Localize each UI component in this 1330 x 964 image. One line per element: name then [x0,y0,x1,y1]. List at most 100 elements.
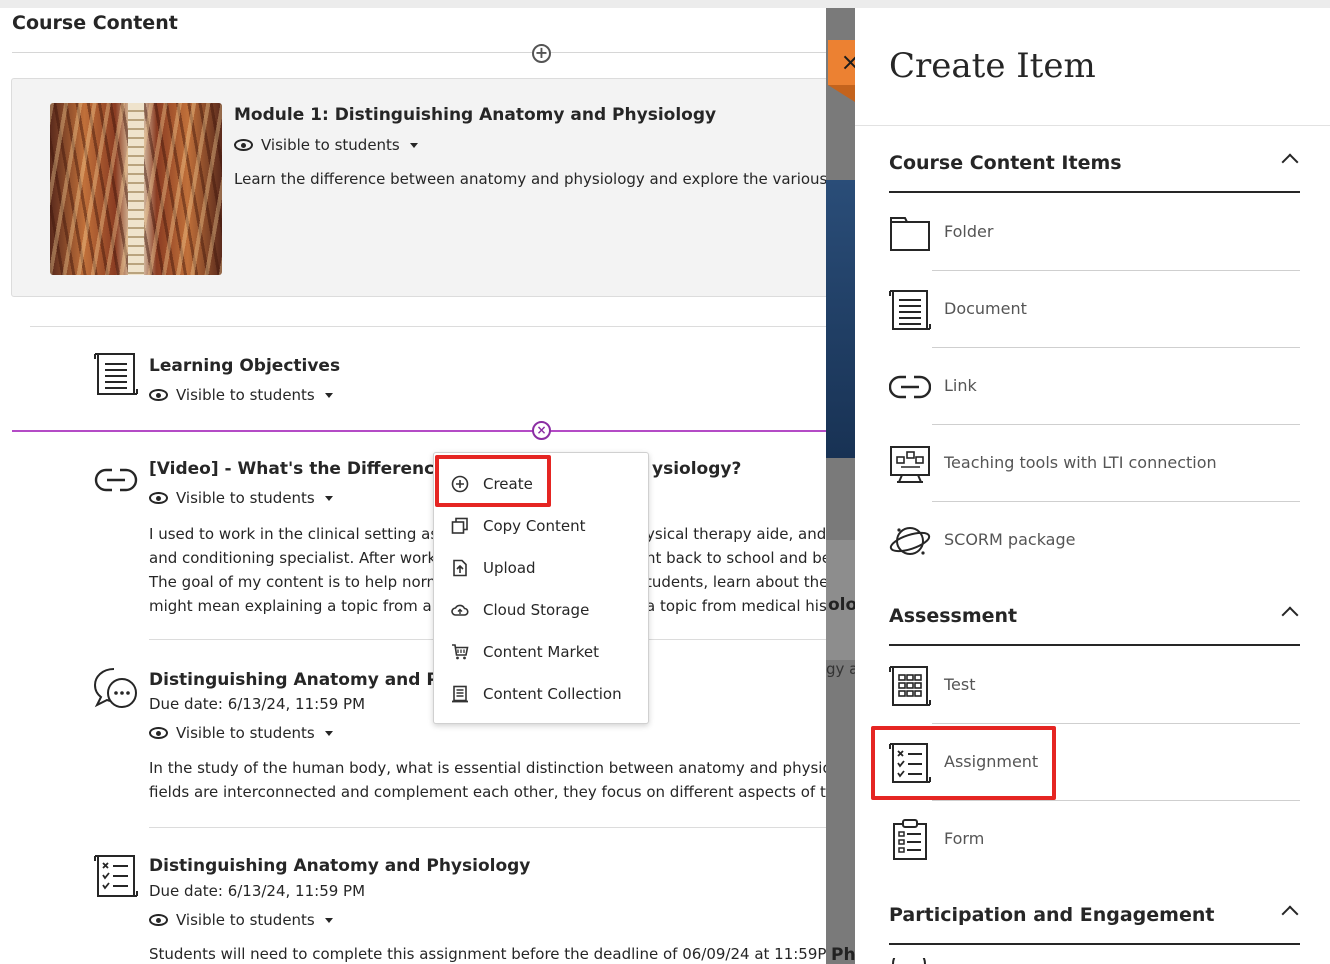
cloud-icon [450,600,470,620]
close-button-tab [828,85,855,102]
text-line: In the study of the human body, what is … [149,759,826,777]
item-title[interactable]: Distinguishing Anatomy and Physiology [149,856,530,876]
visibility-dropdown[interactable]: Visible to students [149,911,333,929]
text-line: a topic from medical histolo [646,597,826,615]
module-description: Learn the difference between anatomy and… [234,170,826,188]
menu-item-cloud-storage[interactable]: Cloud Storage [434,590,648,630]
item-description: Students will need to complete this assi… [149,942,826,964]
visibility-dropdown[interactable]: Visible to students [149,489,333,507]
menu-item-label: Upload [483,559,536,577]
option-label: SCORM package [944,530,1076,549]
option-scorm-package[interactable]: SCORM package [889,502,1300,579]
test-icon [889,666,931,706]
visibility-dropdown[interactable]: Visible to students [149,724,333,742]
option-label: Document [944,299,1027,318]
item-title-continuation[interactable]: ysiology? [652,459,741,479]
section-participation-and-engagement[interactable]: Participation and Engagement [889,896,1300,945]
chevron-up-icon[interactable] [1281,905,1299,923]
option-assignment[interactable]: Assignment [889,724,1300,801]
section-assessment[interactable]: Assessment [889,597,1300,646]
menu-item-create[interactable]: Create [434,464,648,504]
form-icon [893,819,927,860]
caret-down-icon [324,730,333,736]
text-line: ysical therapy aide, and [646,525,826,543]
partial-icon [892,958,926,964]
option-label: Test [944,675,976,694]
section-course-content-items[interactable]: Course Content Items [889,144,1300,193]
option-lti-teaching-tools[interactable]: Teaching tools with LTI connection [889,425,1300,502]
module-title[interactable]: Module 1: Distinguishing Anatomy and Phy… [234,105,716,125]
lti-icon [890,446,930,483]
divider [855,125,1330,126]
chevron-up-icon[interactable] [1281,153,1299,171]
divider [12,52,826,53]
caret-down-icon [409,142,418,148]
chevron-up-icon[interactable] [1281,606,1299,624]
item-description: I used to work in the clinical setting a… [149,522,441,618]
module-thumbnail [50,103,222,275]
option-label: Assignment [944,752,1039,771]
menu-item-label: Create [483,475,533,493]
menu-item-upload[interactable]: Upload [434,548,648,588]
item-title[interactable]: Distinguishing Anatomy and Phy [149,670,462,690]
option-test[interactable]: Test [889,647,1300,724]
plus-circle-icon [450,474,470,494]
visibility-label: Visible to students [176,489,315,507]
visibility-label: Visible to students [176,911,315,929]
page-title: Course Content [12,12,178,34]
link-icon [94,468,138,492]
menu-item-label: Content Market [483,643,599,661]
visibility-dropdown[interactable]: Visible to students [149,386,333,404]
text-line: nt back to school and be [646,549,826,567]
text-line: tudents, learn about the [646,573,826,591]
cart-icon [450,642,470,662]
top-strip [0,0,1330,8]
eye-icon [149,389,168,401]
option-form[interactable]: Form [889,801,1300,878]
visibility-dropdown[interactable]: Visible to students [234,136,418,154]
scorm-icon [889,527,931,555]
option-link[interactable]: Link [889,348,1300,425]
obscured-text: olo [828,595,858,615]
text-line: fields are interconnected and complement… [149,783,826,801]
option-folder[interactable]: Folder [889,194,1300,271]
course-content-area: Course Content + Module 1: Distinguishin… [0,8,826,964]
section-label: Participation and Engagement [889,904,1215,926]
visibility-label: Visible to students [261,136,400,154]
option-label: Folder [944,222,994,241]
menu-item-copy-content[interactable]: Copy Content [434,506,648,546]
overlay-backdrop[interactable] [826,8,855,964]
option-label: Link [944,376,977,395]
item-title[interactable]: Learning Objectives [149,356,340,376]
eye-icon [234,139,253,151]
divider [149,827,826,828]
item-description-continuation: ysical therapy aide, and nt back to scho… [646,522,826,618]
close-insert-button[interactable]: × [532,421,551,440]
item-description: In the study of the human body, what is … [149,756,826,804]
eye-icon [149,727,168,739]
obscured-text: gy a [826,660,859,678]
create-item-panel: Create Item Course Content Items Folder … [855,8,1330,964]
option-document[interactable]: Document [889,271,1300,348]
document-icon [94,353,138,395]
module-card[interactable]: Module 1: Distinguishing Anatomy and Phy… [11,78,826,297]
menu-item-label: Content Collection [483,685,622,703]
caret-down-icon [324,917,333,923]
due-date: Due date: 6/13/24, 11:59 PM [149,695,366,713]
menu-item-content-collection[interactable]: Content Collection [434,674,648,714]
text-line: The goal of my content is to help norm [149,573,442,591]
caret-down-icon [324,392,333,398]
eye-icon [149,914,168,926]
panel-title: Create Item [889,46,1096,86]
caret-down-icon [324,495,333,501]
menu-item-content-market[interactable]: Content Market [434,632,648,672]
add-content-button[interactable]: + [532,44,551,63]
obscured-text: Ph [831,945,856,964]
eye-icon [149,492,168,504]
copy-icon [450,516,470,536]
due-date: Due date: 6/13/24, 11:59 PM [149,882,366,900]
discussion-icon [93,668,137,708]
create-context-menu: Create Copy Content Upload Cloud Storage… [433,452,649,724]
section-label: Assessment [889,605,1018,627]
item-title[interactable]: [Video] - What's the Difference B [149,459,465,479]
